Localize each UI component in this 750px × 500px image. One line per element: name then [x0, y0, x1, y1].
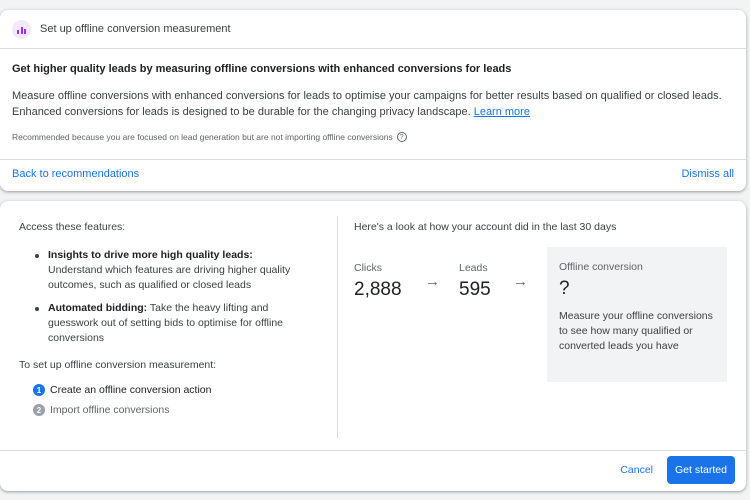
feature-item: Automated bidding: Take the heavy liftin… — [35, 301, 307, 346]
clicks-metric: Clicks 2,888 — [354, 262, 402, 301]
leads-metric: Leads 595 — [459, 262, 491, 301]
offline-conversion-description: Measure your offline conversions to see … — [559, 310, 713, 352]
arrow-right-icon: → — [513, 273, 528, 290]
feature-item: Insights to drive more high quality lead… — [35, 248, 307, 293]
description-text: Measure offline conversions with enhance… — [12, 90, 722, 118]
leads-value: 595 — [459, 279, 491, 300]
arrow-right-icon: → — [425, 273, 440, 290]
features-list: Insights to drive more high quality lead… — [35, 248, 319, 346]
divider — [0, 159, 746, 160]
feature-text: Understand which features are driving hi… — [48, 264, 291, 291]
bar-chart-icon — [12, 19, 31, 39]
recommendation-card: Set up offline conversion measurement Ge… — [0, 10, 746, 191]
setup-title: To set up offline conversion measurement… — [19, 359, 217, 371]
divider — [0, 450, 746, 451]
setup-card: Access these features: Insights to drive… — [0, 201, 746, 491]
recommendation-reason: Recommended because you are focused on l… — [12, 132, 734, 142]
recommendation-title: Set up offline conversion measurement — [40, 23, 231, 35]
features-panel: Access these features: Insights to drive… — [19, 221, 319, 424]
access-title: Access these features: — [19, 221, 126, 233]
feature-title: Insights to drive more high quality lead… — [48, 249, 253, 261]
recommendation-description: Measure offline conversions with enhance… — [12, 88, 734, 120]
offline-conversion-value: ? — [559, 278, 570, 299]
step-create-action[interactable]: 1 Create an offline conversion action — [33, 384, 319, 396]
cancel-button[interactable]: Cancel — [620, 464, 653, 476]
recommendation-footer: Back to recommendations Dismiss all — [0, 168, 746, 180]
recommendation-header: Set up offline conversion measurement — [0, 10, 746, 49]
feature-title: Automated bidding: — [48, 302, 148, 314]
performance-panel: Here's a look at how your account did in… — [354, 221, 734, 382]
offline-conversion-box: Offline conversion ? Measure your offlin… — [547, 247, 727, 382]
leads-label: Leads — [459, 262, 488, 274]
step-label: Create an offline conversion action — [50, 384, 212, 396]
step-label: Import offline conversions — [50, 404, 170, 416]
step-import-conversions[interactable]: 2 Import offline conversions — [33, 404, 319, 416]
dismiss-all-link[interactable]: Dismiss all — [681, 168, 734, 180]
step-number-icon: 1 — [33, 384, 45, 396]
step-number-icon: 2 — [33, 404, 45, 416]
clicks-value: 2,888 — [354, 279, 402, 300]
learn-more-link[interactable]: Learn more — [474, 106, 530, 118]
reason-text: Recommended because you are focused on l… — [12, 132, 393, 142]
clicks-label: Clicks — [354, 262, 382, 274]
vertical-divider — [337, 216, 338, 438]
recommendation-headline: Get higher quality leads by measuring of… — [12, 63, 512, 75]
performance-title: Here's a look at how your account did in… — [354, 221, 617, 233]
get-started-button[interactable]: Get started — [667, 456, 735, 484]
help-icon[interactable]: ? — [396, 132, 407, 142]
setup-steps: 1 Create an offline conversion action 2 … — [33, 384, 319, 416]
back-to-recommendations-link[interactable]: Back to recommendations — [12, 168, 139, 180]
offline-conversion-label: Offline conversion — [559, 261, 643, 273]
